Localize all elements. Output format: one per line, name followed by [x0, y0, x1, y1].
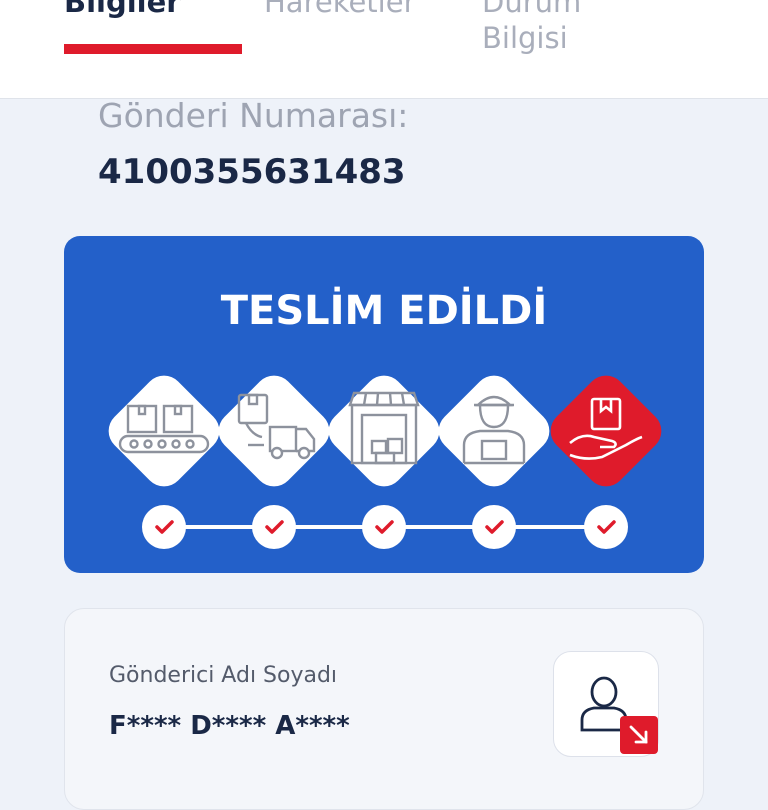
step-2: [218, 375, 330, 487]
step-5-check: [584, 505, 628, 549]
tab-info[interactable]: Bilgiler: [64, 0, 181, 20]
step-5: [550, 375, 662, 487]
step-3-diamond: [328, 375, 440, 487]
sender-info-card: Gönderici Adı Soyadı F**** D**** A****: [64, 608, 704, 810]
step-3-check: [362, 505, 406, 549]
sender-icon-box: [553, 651, 659, 757]
step-4: [438, 375, 550, 487]
tab-bar: Bilgiler Hareketler Durum Bilgisi: [0, 0, 768, 99]
step-1: [108, 375, 220, 487]
step-1-check: [142, 505, 186, 549]
sender-name-value: F**** D**** A****: [109, 711, 350, 741]
step-2-check: [252, 505, 296, 549]
step-2-diamond: [218, 375, 330, 487]
step-3: [328, 375, 440, 487]
sender-name-label: Gönderici Adı Soyadı: [109, 663, 338, 688]
tab-movements[interactable]: Hareketler: [264, 0, 416, 20]
sender-person-icon: [580, 676, 658, 754]
tab-status-line2: Bilgisi: [482, 21, 568, 55]
status-steps-graphic: [108, 375, 662, 549]
tab-status-line1: Durum: [482, 0, 582, 19]
shipment-number-label: Gönderi Numarası:: [98, 96, 409, 135]
delivery-status-card: TESLİM EDİLDİ: [64, 236, 704, 573]
tab-status-info[interactable]: Durum Bilgisi: [482, 0, 581, 56]
step-5-diamond: [550, 375, 662, 487]
active-tab-indicator: [64, 44, 242, 54]
step-4-check: [472, 505, 516, 549]
shipment-number: 4100355631483: [98, 152, 406, 192]
